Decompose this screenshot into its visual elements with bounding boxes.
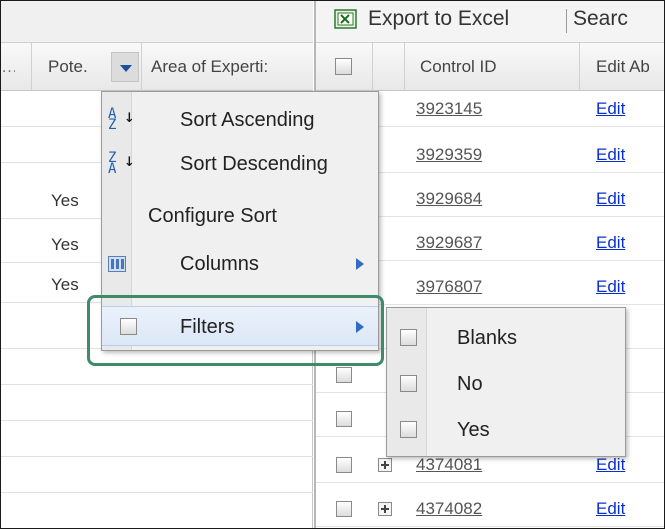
row-checkbox[interactable] (336, 501, 352, 517)
control-id-link[interactable]: 3923145 (416, 91, 482, 127)
filter-checkbox[interactable] (400, 375, 417, 392)
menu-item-sort-ascending[interactable]: A Z ↓ Sort Ascending (102, 100, 378, 140)
expand-row-icon[interactable] (378, 458, 392, 472)
column-header-area-of-expertise[interactable]: Area of Experti: (141, 43, 295, 91)
filter-checkbox[interactable] (400, 329, 417, 346)
excel-icon[interactable] (334, 7, 358, 31)
app-window: … Pote. Area of Experti: Yes Yes Yes Exp… (0, 0, 665, 529)
edit-link[interactable]: Edit (596, 269, 625, 305)
left-grid-toolbar (1, 1, 313, 43)
potential-cell: Yes (51, 275, 79, 294)
row-checkbox[interactable] (336, 367, 352, 383)
expand-column (373, 43, 405, 91)
potential-cell: Yes (51, 235, 79, 254)
left-grid-header: … Pote. Area of Experti: (1, 43, 313, 91)
control-id-link[interactable]: 3929687 (416, 225, 482, 261)
search-button[interactable]: Searc (573, 3, 628, 35)
sort-ascending-icon: A Z ↓ (108, 106, 135, 133)
control-id-link[interactable]: 4374082 (416, 491, 482, 527)
column-header-potential[interactable]: Pote. (31, 43, 111, 91)
expand-row-icon[interactable] (378, 502, 392, 516)
select-all-column (316, 43, 373, 91)
columns-icon (108, 256, 126, 272)
filter-submenu: Blanks No Yes (386, 307, 626, 457)
filter-option-label: Blanks (457, 327, 518, 349)
column-menu-dropdown-icon[interactable] (111, 52, 139, 82)
sort-descending-icon: Z A ↓ (108, 150, 135, 177)
control-id-link[interactable]: 3929684 (416, 181, 482, 217)
filter-checkbox[interactable] (400, 421, 417, 438)
edit-link[interactable]: Edit (596, 225, 625, 261)
filter-option-yes[interactable]: Yes (387, 406, 625, 454)
menu-item-configure-sort[interactable]: Configure Sort (102, 196, 378, 236)
menu-item-label: Columns (180, 253, 259, 275)
grid-toolbar: Export to Excel Searc (316, 1, 664, 43)
column-header-edit[interactable]: Edit Ab (579, 43, 650, 91)
edit-link[interactable]: Edit (596, 137, 625, 173)
control-id-link[interactable]: 3929359 (416, 137, 482, 173)
select-all-checkbox[interactable] (335, 58, 352, 75)
menu-item-label: Configure Sort (148, 205, 277, 227)
table-row[interactable] (1, 421, 313, 457)
column-header-truncated[interactable]: … (1, 43, 15, 91)
menu-item-label: Sort Descending (180, 153, 328, 175)
table-row[interactable] (1, 457, 313, 493)
column-header-control-id[interactable]: Control ID (420, 43, 497, 91)
potential-cell: Yes (51, 191, 79, 210)
filter-option-no[interactable]: No (387, 360, 625, 408)
table-row[interactable] (1, 493, 313, 528)
table-row[interactable] (1, 385, 313, 421)
menu-item-label: Sort Ascending (180, 109, 315, 131)
edit-link[interactable]: Edit (596, 491, 625, 527)
export-to-excel-button[interactable]: Export to Excel (368, 3, 509, 35)
edit-link[interactable]: Edit (596, 181, 625, 217)
right-grid-header: Control ID Edit Ab (316, 43, 664, 91)
menu-item-sort-descending[interactable]: Z A ↓ Sort Descending (102, 144, 378, 184)
row-checkbox[interactable] (336, 411, 352, 427)
filters-highlight-box (87, 295, 384, 366)
table-row[interactable]: 4374082 Edit (316, 491, 664, 527)
toolbar-divider (566, 9, 567, 33)
submenu-arrow-icon (356, 258, 364, 270)
control-id-link[interactable]: 3976807 (416, 269, 482, 305)
menu-item-columns[interactable]: Columns (102, 244, 378, 284)
row-checkbox[interactable] (336, 457, 352, 473)
filter-option-blanks[interactable]: Blanks (387, 314, 625, 362)
filter-option-label: Yes (457, 419, 490, 441)
filter-option-label: No (457, 373, 483, 395)
edit-link[interactable]: Edit (596, 91, 625, 127)
